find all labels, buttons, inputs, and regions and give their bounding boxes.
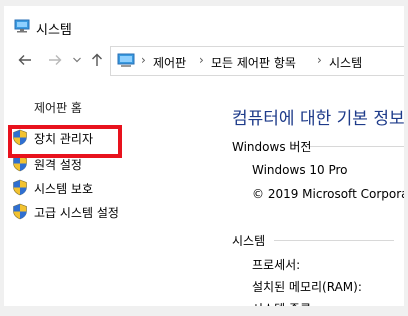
up-button[interactable] <box>90 53 104 70</box>
breadcrumb-system[interactable]: 시스템 <box>329 54 362 71</box>
page-title: 컴퓨터에 대한 기본 정보 <box>232 109 404 129</box>
copyright-text: © 2019 Microsoft Corporation <box>252 187 404 201</box>
back-button[interactable] <box>18 53 32 70</box>
system-type-label: 시스템 종류: <box>252 300 315 306</box>
title-bar: 시스템 <box>4 6 404 40</box>
recent-locations-button[interactable] <box>72 53 82 70</box>
breadcrumb-control-panel[interactable]: 제어판 <box>153 54 186 71</box>
sidebar-item-label: 고급 시스템 설정 <box>34 206 119 220</box>
breadcrumb-separator[interactable]: › <box>141 53 146 67</box>
breadcrumb-separator[interactable]: › <box>199 53 204 67</box>
sidebar-control-panel-home-link[interactable]: 제어판 홈 <box>34 99 82 116</box>
processor-label: 프로세서: <box>252 258 301 272</box>
window-title: 시스템 <box>36 23 72 38</box>
uac-shield-icon <box>12 179 28 200</box>
monitor-icon <box>14 18 30 37</box>
control-panel-icon <box>117 53 135 73</box>
arrow-right-icon <box>49 55 62 65</box>
section-divider <box>310 146 404 147</box>
ram-label: 설치된 메모리(RAM): <box>252 280 362 294</box>
address-bar[interactable]: › 제어판 › 모든 제어판 항목 › 시스템 <box>110 46 404 76</box>
section-divider <box>274 240 394 241</box>
uac-shield-icon <box>12 155 28 176</box>
breadcrumb-separator[interactable]: › <box>317 53 322 67</box>
system-heading: 시스템 <box>232 234 266 248</box>
forward-button[interactable] <box>48 53 62 70</box>
highlight-box <box>8 125 122 158</box>
uac-shield-icon <box>12 203 28 224</box>
system-window: 시스템 › 제어판 › 모든 제어판 항목 › 시스템 제어판 홈 장치 관리자… <box>4 6 404 306</box>
breadcrumb-all-items[interactable]: 모든 제어판 항목 <box>211 54 296 71</box>
arrow-left-icon <box>18 55 31 65</box>
windows-edition-heading: Windows 버전 <box>232 140 312 154</box>
sidebar-item-label: 원격 설정 <box>34 158 82 172</box>
sidebar-item-label: 시스템 보호 <box>34 182 94 196</box>
windows-edition-value: Windows 10 Pro <box>252 163 348 177</box>
arrow-up-icon <box>92 53 102 66</box>
chevron-down-icon <box>73 57 81 63</box>
